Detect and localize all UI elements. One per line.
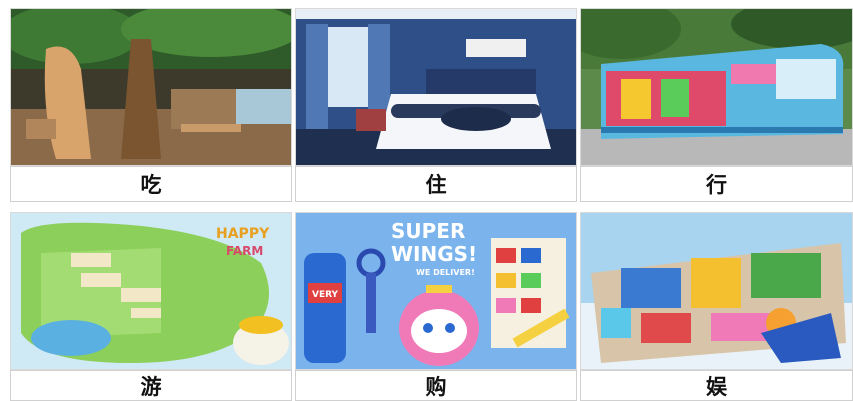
tile-label-shop: 购 xyxy=(295,370,577,401)
tile-stay[interactable]: 住 xyxy=(295,8,577,202)
tile-entertainment[interactable]: 娱 xyxy=(580,212,853,401)
farm-logo-text-2: FARM xyxy=(226,244,263,258)
hotel-room-image[interactable] xyxy=(295,8,577,166)
tile-eat[interactable]: 吃 xyxy=(10,8,292,202)
tram-image[interactable] xyxy=(580,8,853,166)
tile-label-entertainment: 娱 xyxy=(580,370,853,401)
merchandise-image[interactable]: SUPER WINGS! WE DELIVER! VERY xyxy=(295,212,577,370)
wings-text: WINGS! xyxy=(391,242,477,266)
tile-label-eat: 吃 xyxy=(10,166,292,202)
farm-logo-text-1: HAPPY xyxy=(216,226,270,242)
tile-travel[interactable]: 行 xyxy=(580,8,853,202)
park-map-image[interactable]: HAPPY FARM xyxy=(10,212,292,370)
super-text: SUPER xyxy=(391,219,465,243)
restaurant-image[interactable] xyxy=(10,8,292,166)
tile-tour[interactable]: HAPPY FARM 游 xyxy=(10,212,292,401)
tile-label-tour: 游 xyxy=(10,370,292,401)
tile-label-stay: 住 xyxy=(295,166,577,202)
very-text: VERY xyxy=(312,290,339,300)
we-deliver-text: WE DELIVER! xyxy=(416,268,475,277)
tile-shop[interactable]: SUPER WINGS! WE DELIVER! VERY 购 xyxy=(295,212,577,401)
tile-label-travel: 行 xyxy=(580,166,853,202)
playground-image[interactable] xyxy=(580,212,853,370)
